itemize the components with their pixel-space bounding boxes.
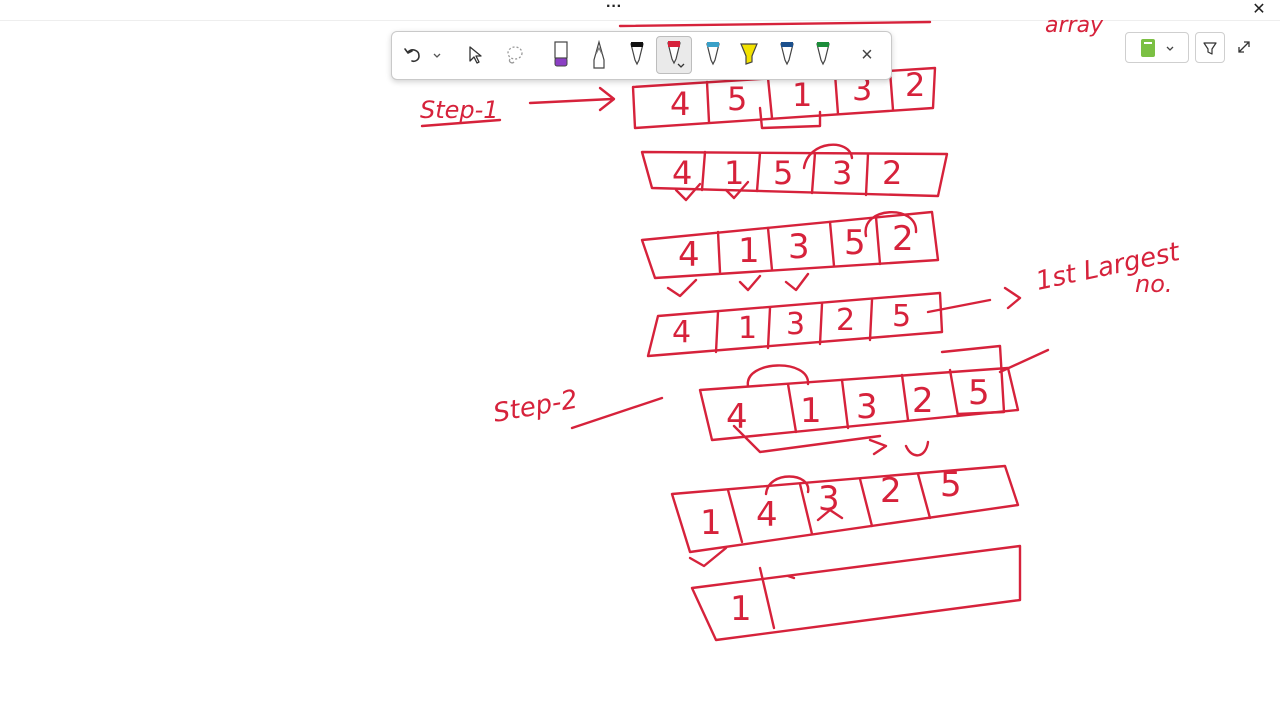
ink-step2-label: Step-2 bbox=[491, 385, 580, 429]
lasso-icon bbox=[507, 46, 523, 64]
row3-cell4: 5 bbox=[892, 299, 911, 334]
ink-checkmarks-2 bbox=[666, 272, 810, 298]
expand-icon bbox=[1238, 41, 1250, 53]
array-row-4: 4 1 3 2 5 bbox=[698, 344, 1050, 457]
pen-icon bbox=[706, 42, 720, 66]
highlighter-icon bbox=[554, 41, 568, 67]
row2-cell3: 5 bbox=[844, 223, 866, 263]
array-row-3: 4 1 3 2 5 bbox=[646, 286, 1022, 358]
pen-icon bbox=[630, 42, 644, 66]
highlighter-icon bbox=[740, 43, 758, 65]
array-row-2: 4 1 3 5 2 bbox=[640, 210, 940, 298]
array-row-6: 1 bbox=[690, 544, 1022, 642]
row0-cell4: 2 bbox=[905, 66, 925, 104]
red-pen-button[interactable] bbox=[656, 36, 692, 74]
array-row-1: 4 1 5 3 2 bbox=[640, 143, 949, 202]
pen-mode-button[interactable] bbox=[1195, 32, 1225, 63]
row3-cell0: 4 bbox=[672, 315, 691, 350]
ink-dot-6 bbox=[786, 574, 796, 580]
row6-cell0: 1 bbox=[730, 589, 752, 629]
row2-cell4: 2 bbox=[892, 219, 914, 259]
ink-layer: array Step-1 4 5 1 3 2 4 1 5 3 2 4 1 3 5… bbox=[420, 13, 1183, 642]
toolbar-close-button[interactable]: × bbox=[854, 36, 880, 74]
row0-cell2: 1 bbox=[792, 76, 812, 114]
notebook-icon bbox=[1141, 38, 1155, 57]
row1-cell0: 4 bbox=[672, 154, 692, 192]
ink-text-array: array bbox=[1045, 13, 1104, 38]
cursor-icon bbox=[469, 46, 482, 64]
undo-icon bbox=[404, 48, 420, 63]
select-tool-button[interactable] bbox=[462, 36, 488, 74]
row4-cell4: 5 bbox=[968, 373, 990, 413]
blue-pen-button[interactable] bbox=[700, 36, 726, 74]
ink-top-stroke bbox=[618, 20, 932, 28]
row5-cell1: 4 bbox=[756, 495, 778, 535]
pencil-icon bbox=[593, 40, 605, 69]
row1-cell1: 1 bbox=[724, 154, 744, 192]
row2-cell0: 4 bbox=[678, 235, 700, 275]
ink-step1-arrow bbox=[528, 86, 616, 112]
row2-cell1: 1 bbox=[738, 231, 760, 271]
row5-cell0: 1 bbox=[700, 503, 722, 543]
green-pen-button[interactable] bbox=[810, 36, 836, 74]
black-pen-button[interactable] bbox=[624, 36, 650, 74]
row0-cell0: 4 bbox=[670, 85, 690, 123]
chevron-down-icon bbox=[1166, 46, 1174, 51]
yellow-highlighter-button[interactable] bbox=[736, 36, 762, 74]
whiteboard-canvas[interactable]: array Step-1 4 5 1 3 2 4 1 5 3 2 4 1 3 5… bbox=[0, 0, 1280, 720]
row5-cell3: 2 bbox=[880, 471, 902, 511]
expand-button[interactable] bbox=[1233, 36, 1255, 58]
row3-cell3: 2 bbox=[836, 303, 855, 338]
lasso-tool-button[interactable] bbox=[502, 36, 528, 74]
row3-cell2: 3 bbox=[786, 307, 805, 342]
pen-icon bbox=[667, 41, 685, 68]
pen-icon bbox=[816, 42, 830, 66]
row4-cell1: 1 bbox=[800, 391, 822, 431]
purple-highlighter-button[interactable] bbox=[548, 36, 574, 74]
row4-cell0: 4 bbox=[726, 397, 748, 437]
row5-cell4: 5 bbox=[940, 465, 962, 505]
row3-cell1: 1 bbox=[738, 311, 757, 346]
ink-largest-arrow bbox=[926, 286, 1022, 314]
array-row-5: 1 4 3 2 5 bbox=[670, 464, 1020, 568]
funnel-icon bbox=[1203, 41, 1217, 55]
row1-cell4: 2 bbox=[882, 154, 902, 192]
row5-cell2: 3 bbox=[818, 479, 840, 519]
row4-cell3: 2 bbox=[912, 381, 934, 421]
row2-cell2: 3 bbox=[788, 227, 810, 267]
chevron-down-icon bbox=[433, 53, 441, 58]
row0-cell1: 5 bbox=[727, 80, 747, 118]
ink-swap-arrow-4 bbox=[732, 424, 930, 457]
ink-annotation-line2: no. bbox=[1135, 270, 1173, 298]
ink-step1-label: Step-1 bbox=[420, 96, 499, 124]
ink-toolbar: × bbox=[391, 31, 892, 80]
pen-icon bbox=[780, 42, 794, 66]
ink-sorted-tick bbox=[998, 348, 1050, 374]
undo-dropdown-button[interactable] bbox=[430, 36, 444, 74]
ink-step2-underline bbox=[570, 396, 664, 430]
row1-cell3: 3 bbox=[832, 154, 852, 192]
undo-button[interactable] bbox=[400, 36, 424, 74]
pencil-button[interactable] bbox=[586, 36, 612, 74]
notebook-selector-button[interactable] bbox=[1125, 32, 1189, 63]
row1-cell2: 5 bbox=[773, 154, 793, 192]
navy-pen-button[interactable] bbox=[774, 36, 800, 74]
row4-cell2: 3 bbox=[856, 387, 878, 427]
